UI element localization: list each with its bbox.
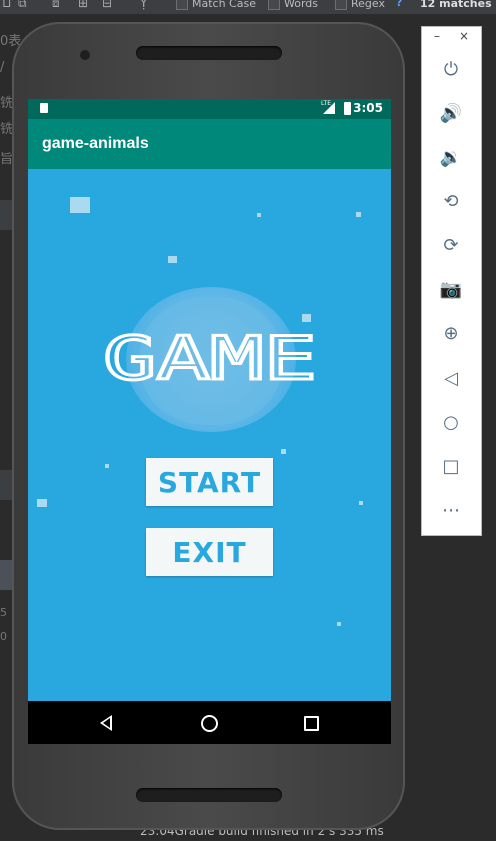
snow-particle <box>70 197 90 213</box>
snow-particle <box>37 499 47 507</box>
app-bar: game-animals <box>28 119 391 169</box>
ide-tool-icon[interactable]: ⊔ <box>2 0 11 10</box>
match-case-label: Match Case <box>192 0 256 10</box>
home-icon[interactable]: ○ <box>440 411 462 433</box>
signal-icon <box>323 102 335 114</box>
filter-icon[interactable]: Ỵ <box>140 0 147 10</box>
snow-particle <box>168 256 177 263</box>
words-checkbox[interactable] <box>268 0 280 10</box>
game-title-logo: GAME <box>102 327 319 387</box>
regex-label: Regex <box>351 0 385 10</box>
back-icon[interactable]: ◁ <box>440 367 462 389</box>
regex-help-link[interactable]: ? <box>396 0 402 9</box>
device-screen[interactable]: LTE 3:05 game-animals GAME START EXIT <box>28 99 391 744</box>
emulator-toolbar: – × ⏻ 🔊 🔉 ⟲ ⟳ 📷 ⊕ ◁ ○ □ ⋯ <box>421 26 482 536</box>
match-case-option[interactable]: Match Case <box>176 0 256 10</box>
more-icon[interactable]: ⋯ <box>440 499 462 521</box>
nav-back-icon[interactable] <box>100 715 112 731</box>
ide-search-bar: ⊔ ⧉ ⧈ ⊞ ⊟ Ỵ Match Case Words Regex ? 12 … <box>0 0 496 14</box>
battery-icon <box>344 102 351 115</box>
ide-tool-icon[interactable]: ⊟ <box>102 0 112 10</box>
snow-particle <box>105 464 109 468</box>
ide-tool-icon[interactable]: ⧉ <box>18 0 27 11</box>
snow-particle <box>359 501 363 505</box>
sd-card-icon <box>40 103 48 113</box>
nav-recents-icon[interactable] <box>304 716 319 731</box>
rotate-right-icon[interactable]: ⟳ <box>440 234 462 256</box>
snow-particle <box>257 213 261 217</box>
ide-text-fragment: 0 <box>0 630 7 643</box>
ide-text-fragment: / <box>0 60 5 75</box>
words-label: Words <box>284 0 319 10</box>
start-button[interactable]: START <box>146 458 273 506</box>
ide-text-fragment: 5 <box>0 606 7 619</box>
match-case-checkbox[interactable] <box>176 0 188 10</box>
volume-down-icon[interactable]: 🔉 <box>440 146 462 168</box>
rotate-left-icon[interactable]: ⟲ <box>440 190 462 212</box>
overview-icon[interactable]: □ <box>440 455 462 477</box>
regex-checkbox[interactable] <box>335 0 347 10</box>
game-title-text: GAME <box>103 327 317 387</box>
camera-icon[interactable]: 📷 <box>440 278 462 300</box>
nav-home-icon[interactable] <box>201 715 218 732</box>
regex-option[interactable]: Regex <box>335 0 385 10</box>
minimize-icon[interactable]: – <box>434 29 440 43</box>
snow-particle <box>337 622 341 626</box>
exit-button[interactable]: EXIT <box>146 528 273 576</box>
game-menu: GAME START EXIT <box>28 169 391 701</box>
match-count: 12 matches <box>420 0 492 10</box>
status-time: 3:05 <box>353 101 383 115</box>
snow-particle <box>302 314 311 322</box>
volume-up-icon[interactable]: 🔊 <box>440 102 462 124</box>
close-icon[interactable]: × <box>459 29 469 43</box>
app-title: game-animals <box>42 135 149 152</box>
ide-tool-icon[interactable]: ⊞ <box>78 0 88 10</box>
power-icon[interactable]: ⏻ <box>440 58 462 80</box>
zoom-icon[interactable]: ⊕ <box>440 322 462 344</box>
snow-particle <box>356 212 361 217</box>
top-speaker <box>136 46 282 60</box>
status-bar: LTE 3:05 <box>28 99 391 119</box>
snow-particle <box>281 449 286 454</box>
navigation-bar <box>28 701 391 744</box>
bottom-speaker <box>136 788 282 802</box>
front-camera <box>80 50 90 60</box>
ide-tool-icon[interactable]: ⧈ <box>52 0 60 11</box>
words-option[interactable]: Words <box>268 0 318 10</box>
